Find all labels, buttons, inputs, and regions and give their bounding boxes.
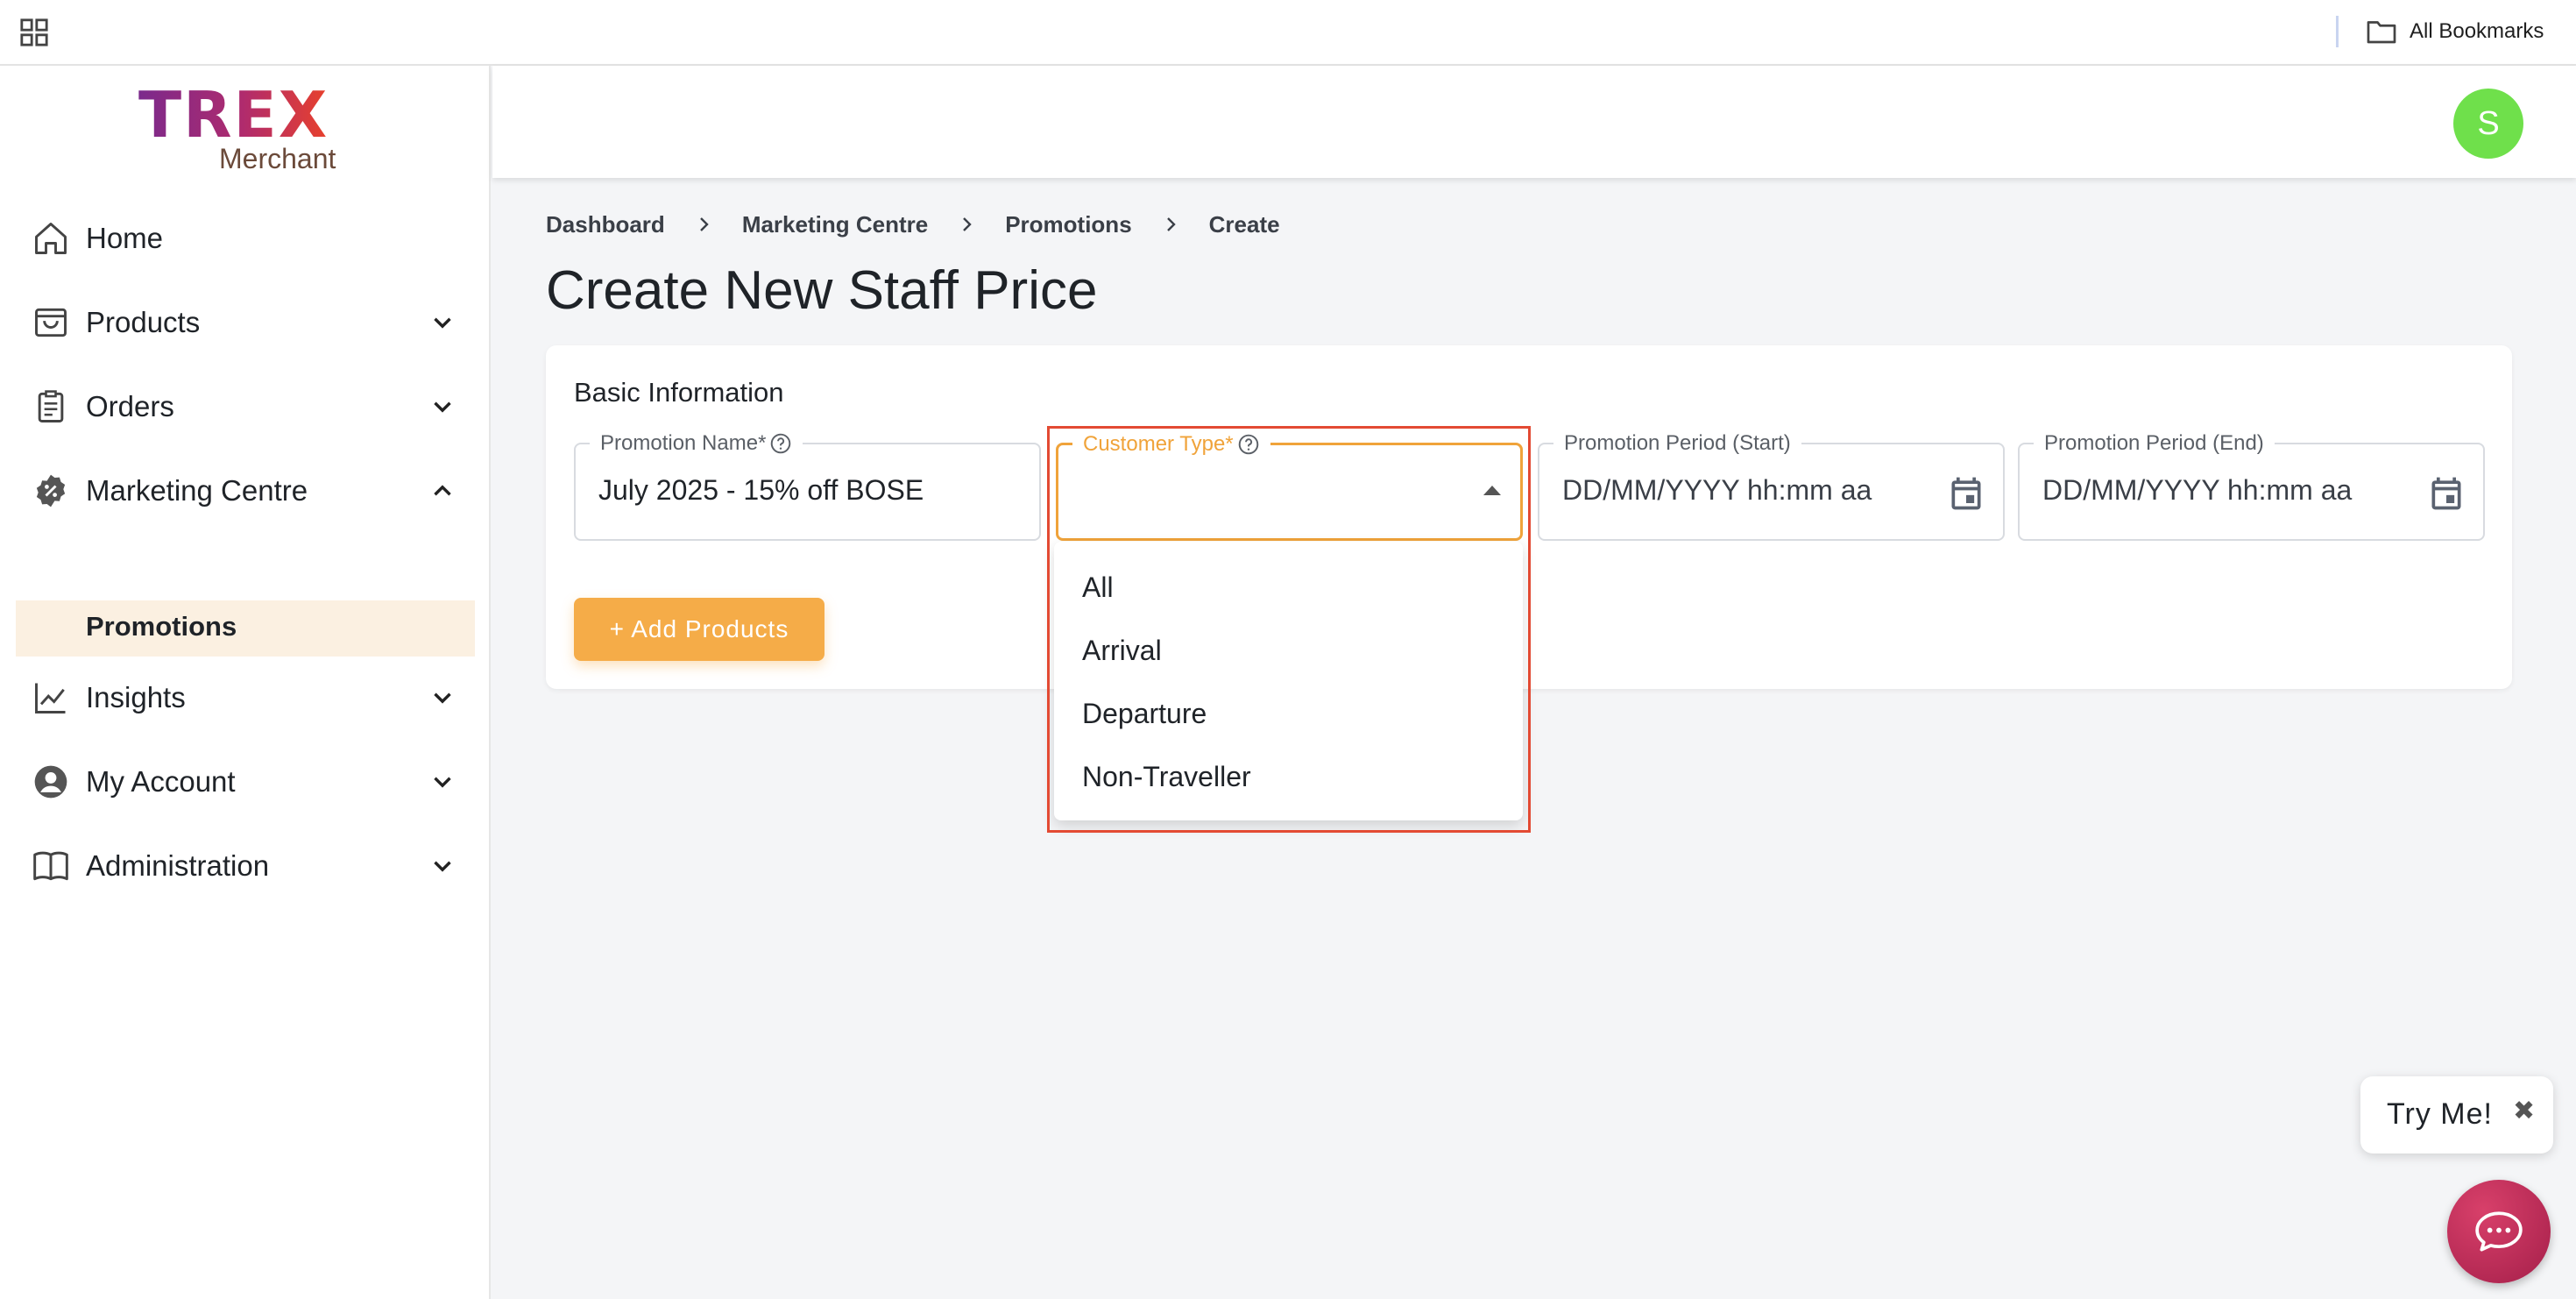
apps-grid-icon[interactable] [19, 18, 49, 47]
chevron-down-icon [434, 861, 451, 872]
period-end-placeholder: DD/MM/YYYY hh:mm aa [2042, 474, 2353, 506]
shopping-bag-icon [35, 308, 67, 337]
discount-badge-icon [36, 474, 66, 508]
all-bookmarks-label: All Bookmarks [2410, 19, 2544, 43]
sidebar-item-label: Administration [86, 849, 270, 882]
chat-launcher-button[interactable] [2447, 1180, 2551, 1283]
page-title: Create New Staff Price [546, 260, 1098, 321]
customer-type-dropdown: All Arrival Departure Non-Traveller [1054, 542, 1523, 820]
bookmarks-bar: All Bookmarks [0, 0, 2576, 66]
period-end-label: Promotion Period (End) [2034, 431, 2275, 456]
chevron-down-icon [434, 317, 451, 329]
sidebar-item-label: Home [86, 222, 164, 254]
promotion-name-field[interactable]: Promotion Name* July 2025 - 15% off BOSE [574, 431, 1041, 541]
folder-icon [2367, 21, 2396, 44]
customer-type-label: Customer Type* [1083, 432, 1234, 456]
chevron-right-icon [1166, 217, 1176, 231]
calendar-icon[interactable] [1947, 474, 1985, 513]
sidebar-item-home[interactable]: Home [16, 208, 475, 269]
period-start-placeholder: DD/MM/YYYY hh:mm aa [1562, 474, 1872, 506]
sidebar-item-label: Insights [86, 681, 186, 713]
caret-up-icon [1483, 486, 1501, 495]
try-me-popup[interactable]: Try Me! ✖ [2360, 1076, 2553, 1153]
clipboard-icon [38, 390, 64, 422]
help-icon[interactable] [1237, 433, 1260, 456]
basic-information-card: Basic Information Promotion Name* July 2… [546, 345, 2512, 689]
sidebar-item-products[interactable]: Products [16, 292, 475, 353]
option-non-traveller[interactable]: Non-Traveller [1054, 745, 1523, 808]
promotion-name-value: July 2025 - 15% off BOSE [598, 474, 924, 506]
all-bookmarks-button[interactable]: All Bookmarks [2366, 14, 2544, 49]
sidebar-item-label: Products [86, 306, 201, 338]
promotion-name-label: Promotion Name* [600, 431, 767, 455]
sidebar-item-label: Orders [86, 390, 174, 422]
logo-wordmark: TREX [138, 78, 329, 152]
logo-subtitle: Merchant [219, 143, 336, 174]
calendar-icon[interactable] [2427, 474, 2466, 513]
sidebar: TREX Merchant Home Products Orders Marke… [0, 66, 491, 1299]
breadcrumb-create: Create [1208, 210, 1280, 238]
bookmarks-divider [2336, 16, 2339, 47]
book-icon [33, 851, 68, 881]
option-all[interactable]: All [1054, 556, 1523, 619]
chevron-down-icon [434, 401, 451, 413]
sidebar-subitem-label: Promotions [86, 611, 237, 642]
promotion-period-end-field[interactable]: Promotion Period (End) DD/MM/YYYY hh:mm … [2018, 431, 2485, 541]
sidebar-item-label: My Account [86, 765, 236, 798]
help-icon[interactable] [769, 432, 792, 455]
chevron-down-icon [434, 692, 451, 704]
customer-type-label-group: Customer Type* [1072, 432, 1270, 457]
sidebar-subitem-promotions[interactable]: Promotions [16, 600, 475, 657]
promotion-period-start-field[interactable]: Promotion Period (Start) DD/MM/YYYY hh:m… [1538, 431, 2005, 541]
sidebar-item-administration[interactable]: Administration [16, 835, 475, 897]
sidebar-item-insights[interactable]: Insights [16, 667, 475, 728]
trex-merchant-logo[interactable]: TREX Merchant [138, 83, 357, 175]
period-start-label: Promotion Period (Start) [1553, 431, 1801, 456]
chevron-down-icon [434, 777, 451, 788]
chevron-right-icon [699, 217, 709, 231]
option-departure[interactable]: Departure [1054, 682, 1523, 745]
sidebar-item-my-account[interactable]: My Account [16, 751, 475, 813]
sidebar-item-marketing-centre[interactable]: Marketing Centre [16, 460, 475, 522]
chevron-right-icon [963, 217, 972, 231]
breadcrumb-marketing-centre[interactable]: Marketing Centre [742, 211, 928, 238]
breadcrumb-promotions[interactable]: Promotions [1005, 211, 1131, 238]
sidebar-item-label: Marketing Centre [86, 474, 308, 507]
home-icon [35, 223, 67, 254]
close-icon[interactable]: ✖ [2513, 1096, 2536, 1126]
customer-type-select[interactable]: Customer Type* [1056, 432, 1523, 541]
chat-bubble-icon [2475, 1211, 2523, 1252]
sidebar-item-orders[interactable]: Orders [16, 376, 475, 437]
promotion-name-label-group: Promotion Name* [590, 431, 803, 456]
user-avatar[interactable]: S [2453, 89, 2523, 159]
add-products-button[interactable]: + Add Products [574, 598, 824, 661]
try-me-label: Try Me! [2387, 1097, 2493, 1131]
account-circle-icon [34, 765, 67, 799]
breadcrumb-dashboard[interactable]: Dashboard [546, 211, 665, 238]
app-header [492, 66, 2576, 178]
chevron-up-icon [434, 485, 451, 496]
option-arrival[interactable]: Arrival [1054, 619, 1523, 682]
section-title: Basic Information [574, 377, 784, 408]
trend-chart-icon [35, 683, 66, 713]
breadcrumb: Dashboard Marketing Centre Promotions Cr… [546, 209, 1280, 240]
